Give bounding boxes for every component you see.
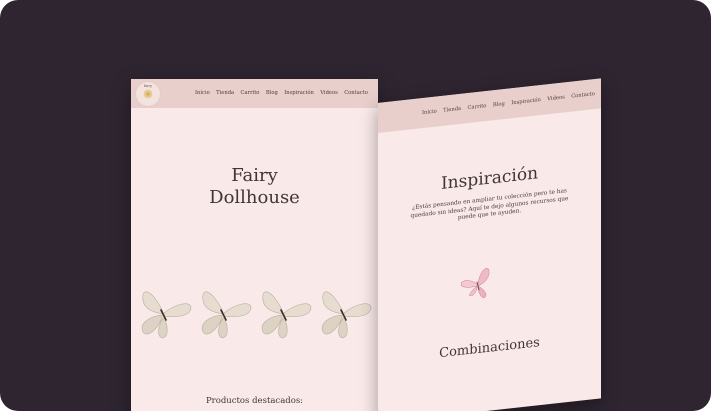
- nav-link-inicio[interactable]: Inicio: [195, 90, 210, 96]
- home-page-mockup: fairy Inicio Tienda Carrito Blog Inspira…: [131, 79, 378, 411]
- butterfly-row: [135, 286, 375, 341]
- butterfly-icon: [141, 291, 192, 339]
- nav-link-inspiracion[interactable]: Inspiración: [284, 90, 314, 96]
- inspiration-page-mockup: Inicio Tienda Carrito Blog Inspiración V…: [378, 78, 601, 411]
- logo[interactable]: fairy: [135, 81, 161, 107]
- pink-butterfly-icon: [460, 268, 490, 298]
- section-title: Combinaciones: [439, 335, 540, 362]
- nav-link-inspiracion[interactable]: Inspiración: [511, 97, 541, 106]
- hero-title: Fairy Dollhouse: [131, 165, 378, 209]
- showcase-background: fairy Inicio Tienda Carrito Blog Inspira…: [0, 0, 711, 411]
- nav-link-blog[interactable]: Blog: [266, 90, 278, 96]
- nav-link-carrito[interactable]: Carrito: [468, 103, 487, 111]
- nav-link-inicio[interactable]: Inicio: [422, 109, 437, 117]
- nav-link-tienda[interactable]: Tienda: [216, 90, 234, 96]
- hero-title-line2: Dollhouse: [209, 187, 300, 208]
- nav-link-carrito[interactable]: Carrito: [241, 90, 260, 96]
- nav-link-videos[interactable]: Videos: [320, 90, 338, 96]
- butterfly-icon: [321, 291, 372, 339]
- nav-link-videos[interactable]: Videos: [547, 94, 565, 102]
- flower-icon: [143, 89, 153, 99]
- butterfly-icon: [261, 291, 312, 339]
- top-nav: fairy Inicio Tienda Carrito Blog Inspira…: [131, 79, 378, 108]
- nav-link-blog[interactable]: Blog: [493, 101, 505, 108]
- nav-links: Inicio Tienda Carrito Blog Inspiración V…: [422, 91, 595, 116]
- nav-link-contacto[interactable]: Contacto: [571, 91, 595, 100]
- featured-products-label: Productos destacados:: [205, 396, 304, 406]
- butterfly-icon: [201, 291, 252, 339]
- nav-links: Inicio Tienda Carrito Blog Inspiración V…: [195, 90, 368, 96]
- nav-link-contacto[interactable]: Contacto: [344, 90, 368, 96]
- top-nav: Inicio Tienda Carrito Blog Inspiración V…: [378, 78, 601, 133]
- logo-text: fairy: [143, 84, 153, 88]
- nav-link-tienda[interactable]: Tienda: [443, 106, 461, 114]
- hero-title-line1: Fairy: [231, 165, 278, 186]
